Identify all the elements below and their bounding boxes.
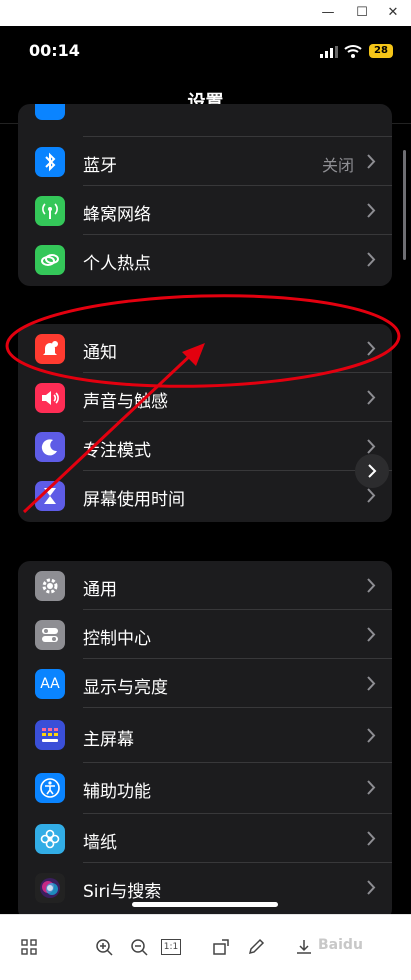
settings-row-bluetooth[interactable]: 蓝牙 关闭 bbox=[18, 137, 392, 186]
notification-bell-icon bbox=[35, 334, 65, 364]
chevron-right-icon bbox=[367, 488, 376, 503]
chevron-right-icon bbox=[367, 831, 376, 846]
grid-icon bbox=[35, 720, 65, 750]
row-label: 通用 bbox=[83, 580, 117, 600]
zoom-out-icon[interactable] bbox=[127, 935, 151, 959]
row-label: 通知 bbox=[83, 343, 117, 363]
settings-row-control-center[interactable]: 控制中心 bbox=[18, 610, 392, 659]
chevron-right-icon bbox=[367, 676, 376, 691]
row-label: Siri与搜索 bbox=[83, 882, 162, 902]
chevron-right-icon bbox=[367, 390, 376, 405]
partial-row bbox=[18, 104, 392, 137]
row-label: 专注模式 bbox=[83, 441, 151, 461]
signal-icon bbox=[320, 46, 338, 58]
thumbnail-grid-icon[interactable] bbox=[17, 935, 41, 959]
accessibility-icon bbox=[35, 773, 65, 803]
settings-row-display[interactable]: AA 显示与亮度 bbox=[18, 659, 392, 708]
row-label: 声音与触感 bbox=[83, 392, 168, 412]
settings-row-wallpaper[interactable]: 墙纸 bbox=[18, 814, 392, 863]
settings-row-focus[interactable]: 专注模式 bbox=[18, 422, 392, 471]
general-group: 通用 控制中心 AA 显示与亮度 主屏幕 辅助功能 墙纸 Siri与搜索 bbox=[18, 561, 392, 914]
actual-size-button[interactable]: 1:1 bbox=[161, 939, 181, 955]
zoom-in-icon[interactable] bbox=[92, 935, 116, 959]
next-page-button[interactable] bbox=[355, 454, 389, 488]
download-icon[interactable] bbox=[292, 935, 316, 959]
settings-row-screen-time[interactable]: 屏幕使用时间 bbox=[18, 471, 392, 520]
cellular-icon bbox=[35, 196, 65, 226]
edit-pencil-icon[interactable] bbox=[244, 935, 268, 959]
row-label: 显示与亮度 bbox=[83, 678, 168, 698]
settings-row-cellular[interactable]: 蜂窝网络 bbox=[18, 186, 392, 235]
hotspot-icon bbox=[35, 245, 65, 275]
row-label: 蓝牙 bbox=[83, 156, 117, 176]
minimize-icon[interactable]: — bbox=[318, 3, 338, 23]
maximize-icon[interactable]: ☐ bbox=[352, 3, 372, 23]
settings-row-accessibility[interactable]: 辅助功能 bbox=[18, 763, 392, 814]
chevron-right-icon bbox=[367, 627, 376, 642]
battery-badge: 28 bbox=[369, 44, 393, 58]
chevron-right-icon bbox=[367, 252, 376, 267]
window-titlebar: — ☐ ✕ bbox=[0, 0, 411, 26]
chevron-right-icon bbox=[367, 780, 376, 795]
chevron-right-icon bbox=[367, 439, 376, 454]
rotate-icon[interactable] bbox=[210, 935, 234, 959]
speaker-icon bbox=[35, 383, 65, 413]
row-value: 关闭 bbox=[321, 156, 354, 175]
settings-row-general[interactable]: 通用 bbox=[18, 561, 392, 610]
wifi-icon bbox=[344, 45, 362, 58]
chevron-right-icon bbox=[367, 578, 376, 593]
connectivity-group: 蓝牙 关闭 蜂窝网络 个人热点 bbox=[18, 104, 392, 286]
text-size-icon: AA bbox=[35, 669, 65, 699]
toggles-icon bbox=[35, 620, 65, 650]
phone-screen: 00:14 28 设置 蓝牙 关闭 蜂窝网络 个人热点 通知 声音与触感 专注模… bbox=[0, 26, 411, 914]
home-indicator bbox=[132, 902, 278, 907]
flower-icon bbox=[35, 824, 65, 854]
viewer-window: — ☐ ✕ 00:14 28 设置 蓝牙 关闭 蜂窝网络 个人热点 通知 声音与… bbox=[0, 0, 411, 980]
hourglass-icon bbox=[35, 481, 65, 511]
chevron-right-icon bbox=[367, 203, 376, 218]
notifications-group: 通知 声音与触感 专注模式 屏幕使用时间 bbox=[18, 324, 392, 522]
row-label: 屏幕使用时间 bbox=[83, 490, 185, 510]
row-label: 控制中心 bbox=[83, 629, 151, 649]
siri-icon bbox=[35, 873, 65, 903]
close-icon[interactable]: ✕ bbox=[383, 3, 403, 23]
viewer-toolbar: 1:1 Baidu bbox=[0, 914, 411, 980]
settings-row-home-screen[interactable]: 主屏幕 bbox=[18, 708, 392, 763]
chevron-right-icon bbox=[367, 728, 376, 743]
row-label: 墙纸 bbox=[83, 833, 117, 853]
wifi-settings-icon bbox=[35, 104, 65, 120]
row-label: 辅助功能 bbox=[83, 782, 151, 802]
row-label: 蜂窝网络 bbox=[83, 205, 151, 225]
scrollbar[interactable] bbox=[403, 150, 406, 260]
chevron-right-icon bbox=[368, 464, 377, 478]
watermark-logo: Baidu bbox=[318, 937, 363, 953]
gear-icon bbox=[35, 571, 65, 601]
chevron-right-icon bbox=[367, 341, 376, 356]
chevron-right-icon bbox=[367, 880, 376, 895]
status-bar: 00:14 28 bbox=[0, 26, 411, 76]
moon-icon bbox=[35, 432, 65, 462]
chevron-right-icon bbox=[367, 154, 376, 169]
status-time: 00:14 bbox=[29, 41, 80, 60]
settings-row-hotspot[interactable]: 个人热点 bbox=[18, 235, 392, 284]
settings-row-notifications[interactable]: 通知 bbox=[18, 324, 392, 373]
row-label: 主屏幕 bbox=[83, 730, 134, 750]
settings-row-sounds[interactable]: 声音与触感 bbox=[18, 373, 392, 422]
row-label: 个人热点 bbox=[83, 254, 151, 274]
bluetooth-icon bbox=[35, 147, 65, 177]
